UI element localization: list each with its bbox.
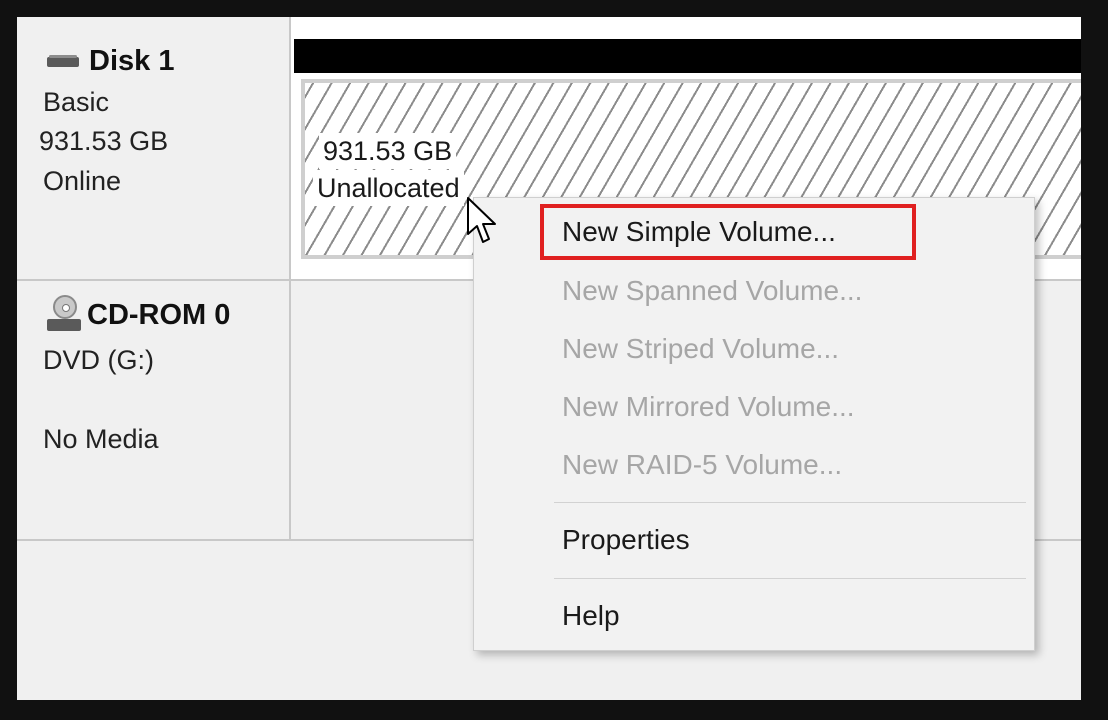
menu-separator: [554, 578, 1026, 579]
cd-rom-label-panel[interactable]: CD-ROM 0 DVD (G:) No Media: [17, 281, 291, 541]
unallocated-header-bar: [294, 39, 1081, 73]
menu-item-new-spanned-volume[interactable]: New Spanned Volume...: [562, 271, 862, 311]
mouse-cursor-icon: [467, 197, 496, 243]
menu-item-properties[interactable]: Properties: [562, 520, 690, 560]
disk-1-status: Online: [43, 166, 122, 196]
menu-item-new-simple-volume[interactable]: New Simple Volume...: [562, 212, 836, 252]
cd-rom-status: No Media: [43, 424, 159, 454]
disk-1-type: Basic: [43, 87, 110, 117]
cd-rom-name: CD-ROM 0: [87, 298, 231, 331]
unallocated-status: Unallocated: [313, 170, 464, 206]
disk-1-title: Disk 1: [47, 45, 174, 78]
cd-rom-icon: [47, 295, 81, 335]
cd-rom-title: CD-ROM 0: [47, 295, 230, 335]
menu-separator: [554, 502, 1026, 503]
menu-item-new-mirrored-volume[interactable]: New Mirrored Volume...: [562, 387, 855, 427]
cd-rom-drive: DVD (G:): [43, 345, 154, 375]
disk-1-size: 931.53 GB: [39, 126, 169, 156]
disk-1-label-panel[interactable]: Disk 1 Basic 931.53 GB Online: [17, 17, 291, 281]
menu-item-new-striped-volume[interactable]: New Striped Volume...: [562, 329, 839, 369]
menu-item-help[interactable]: Help: [562, 596, 620, 636]
disk-1-name: Disk 1: [89, 45, 175, 77]
disk-management-window: Disk 1 Basic 931.53 GB Online 931.53 GB …: [17, 17, 1081, 700]
menu-item-new-raid5-volume[interactable]: New RAID-5 Volume...: [562, 445, 842, 485]
unallocated-size: 931.53 GB: [319, 133, 457, 169]
context-menu: New Simple Volume... New Spanned Volume.…: [473, 197, 1035, 651]
hard-disk-icon: [47, 54, 79, 69]
